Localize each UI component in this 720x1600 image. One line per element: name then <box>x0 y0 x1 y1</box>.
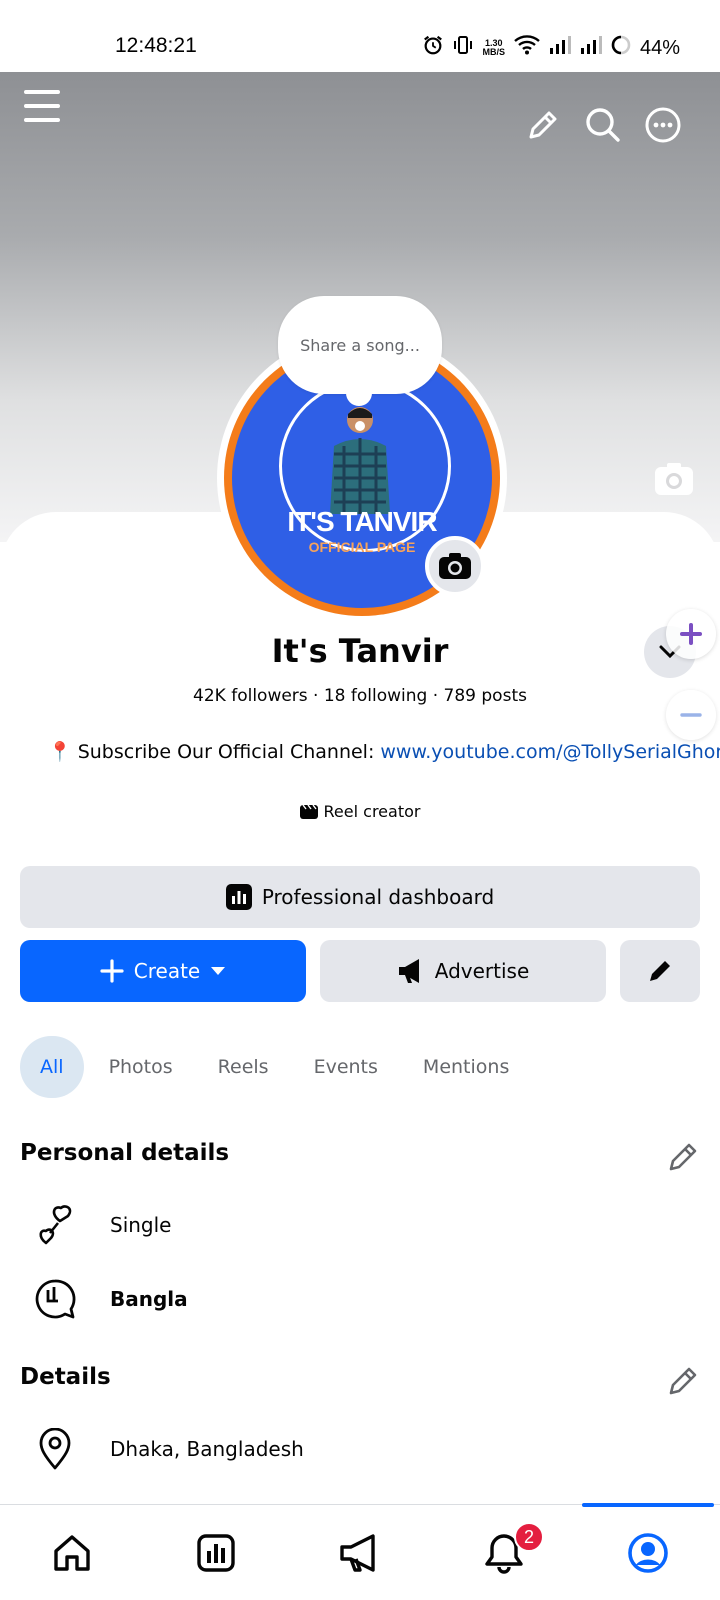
cover-camera-icon[interactable] <box>652 457 696 501</box>
nav-profile[interactable] <box>576 1505 720 1600</box>
status-bar: 12:48:21 1.30 MB/S 44% <box>0 0 720 72</box>
megaphone-icon <box>398 959 419 983</box>
pencil-icon <box>650 961 670 981</box>
signal-icon-2 <box>580 36 602 60</box>
language-icon <box>34 1278 76 1320</box>
notification-badge: 2 <box>514 1522 544 1552</box>
edit-profile-button[interactable] <box>620 940 700 1002</box>
professional-dashboard-button[interactable]: Professional dashboard <box>20 866 700 928</box>
detail-row-language: Bangla <box>34 1278 188 1320</box>
search-icon[interactable] <box>580 102 626 148</box>
location-icon <box>34 1428 76 1470</box>
megaphone-icon <box>340 1534 375 1572</box>
signal-icon-1 <box>549 36 571 60</box>
detail-row-location: Dhaka, Bangladesh <box>34 1428 304 1470</box>
minus-icon <box>680 713 702 717</box>
detail-row-relationship: Single <box>34 1204 171 1246</box>
content-tabs: All Photos Reels Events Mentions <box>20 1036 534 1098</box>
advertise-button[interactable]: Advertise <box>320 940 606 1002</box>
plus-icon <box>100 959 124 983</box>
plus-icon <box>680 623 702 645</box>
battery-icon <box>611 35 631 61</box>
avatar-camera-button[interactable] <box>425 536 485 596</box>
zoom-in-button[interactable] <box>666 609 716 659</box>
net-speed: 1.30 MB/S <box>482 38 505 57</box>
bio-text: 📍 Subscribe Our Official Channel: <box>48 741 381 763</box>
person-figure <box>330 407 390 514</box>
language-text: Bangla <box>110 1287 188 1311</box>
wifi-icon <box>514 35 540 61</box>
professional-dashboard-label: Professional dashboard <box>261 885 495 909</box>
nav-ads[interactable] <box>288 1505 432 1600</box>
status-time: 12:48:21 <box>115 34 197 57</box>
battery-percent: 44% <box>639 36 680 59</box>
edit-details-icon[interactable] <box>666 1364 700 1398</box>
relationship-text: Single <box>110 1213 172 1237</box>
tab-reels[interactable]: Reels <box>198 1036 289 1098</box>
status-icons: 1.30 MB/S 44% <box>422 34 680 62</box>
nav-dashboard[interactable] <box>144 1505 288 1600</box>
profile-category: Reel creator <box>0 802 720 821</box>
reel-icon <box>299 804 318 819</box>
dashboard-icon <box>197 1534 235 1572</box>
category-label: Reel creator <box>323 802 421 821</box>
profile-stats[interactable]: 42K followers · 18 following · 789 posts <box>0 686 720 706</box>
details-title: Details <box>20 1364 111 1390</box>
profile-name: It's Tanvir <box>271 632 449 670</box>
nav-home[interactable] <box>0 1505 144 1600</box>
menu-icon[interactable] <box>20 84 64 128</box>
personal-details-title: Personal details <box>20 1140 230 1166</box>
share-song-label: Share a song... <box>300 335 420 355</box>
vibrate-icon <box>453 34 473 62</box>
relationship-icon <box>34 1204 76 1246</box>
create-button[interactable]: Create <box>20 940 306 1002</box>
profile-bio: 📍 Subscribe Our Official Channel: www.yo… <box>48 740 720 763</box>
edit-pencil-icon[interactable] <box>520 104 564 148</box>
nav-notifications[interactable] <box>432 1505 576 1600</box>
advertise-label: Advertise <box>434 959 530 983</box>
share-song-bubble[interactable]: Share a song... <box>278 296 442 406</box>
dashboard-icon <box>225 884 252 910</box>
bio-link[interactable]: www.youtube.com/@TollySerialGhor <box>380 741 720 763</box>
tab-photos[interactable]: Photos <box>89 1036 193 1098</box>
bottom-navigation <box>0 1503 720 1600</box>
camera-icon <box>439 553 471 579</box>
home-icon <box>54 1535 90 1571</box>
alarm-icon <box>422 34 444 62</box>
tab-all[interactable]: All <box>20 1036 84 1098</box>
tab-mentions[interactable]: Mentions <box>403 1036 529 1098</box>
caret-down-icon <box>211 967 226 975</box>
avatar-brand-text: IT'S TANVIR <box>287 506 437 537</box>
edit-personal-details-icon[interactable] <box>666 1140 700 1174</box>
tab-events[interactable]: Events <box>294 1036 398 1098</box>
location-text: Dhaka, Bangladesh <box>110 1437 304 1461</box>
profile-icon <box>628 1533 668 1573</box>
more-options-icon[interactable] <box>640 102 686 148</box>
create-label: Create <box>133 959 201 983</box>
zoom-out-button[interactable] <box>666 690 716 740</box>
